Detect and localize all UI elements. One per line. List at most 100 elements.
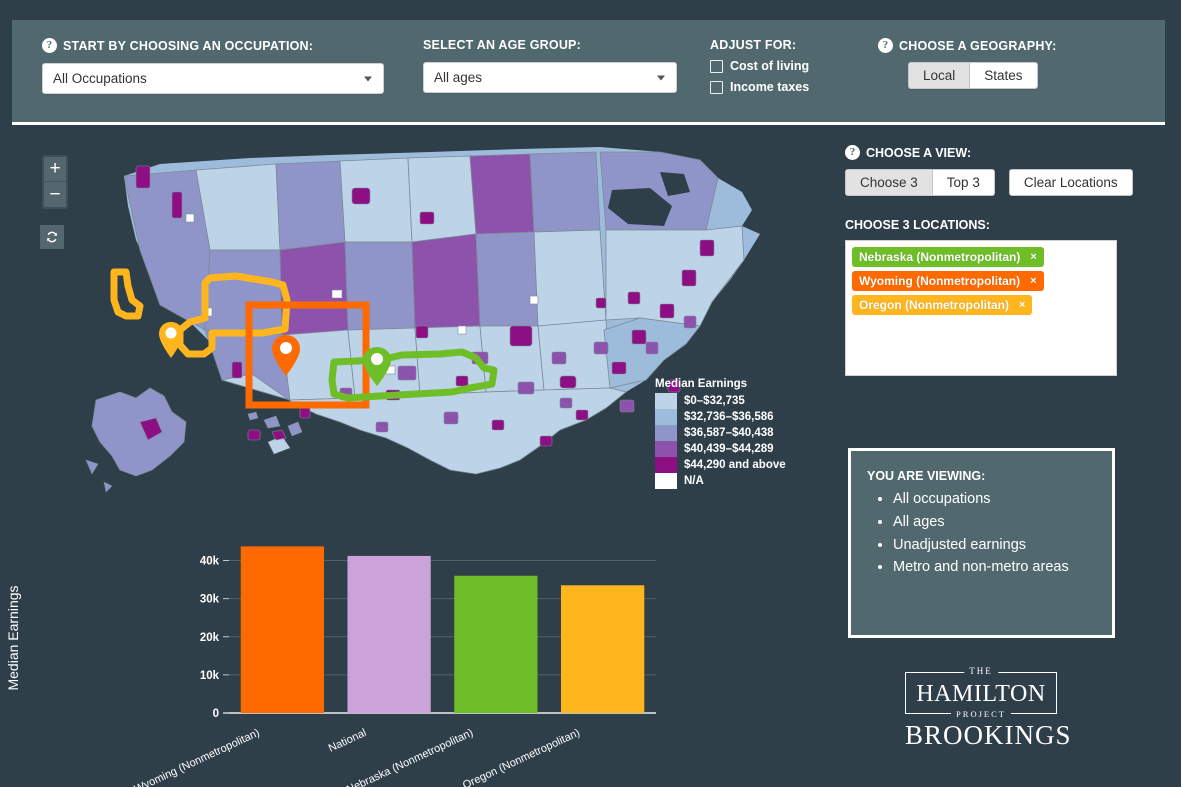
logo-the-text: THE (964, 666, 998, 676)
you-are-viewing-box: YOU ARE VIEWING: All occupations All age… (848, 448, 1115, 638)
legend-label: $32,736–$36,586 (684, 411, 774, 423)
adjust-label-text: ADJUST FOR: (710, 38, 796, 52)
map-legend: Median Earnings $0–$32,735 $32,736–$36,5… (655, 378, 786, 489)
chart-y-tick-label: 0 (213, 708, 219, 720)
adjust-label: ADJUST FOR: (710, 38, 870, 52)
choose-view-label: ? CHOOSE A VIEW: (845, 145, 1135, 160)
selected-locations-box[interactable]: Nebraska (Nonmetropolitan) × Wyoming (No… (845, 240, 1117, 376)
checkbox-cost-of-living[interactable]: Cost of living (710, 59, 870, 73)
chart-bars (241, 546, 645, 713)
chart-y-tick-label: 10k (200, 670, 220, 682)
remove-location-icon[interactable]: × (1030, 251, 1036, 263)
legend-swatch (655, 473, 677, 489)
chevron-down-icon (657, 75, 665, 80)
view-button-choose-3[interactable]: Choose 3 (845, 169, 933, 196)
geography-control: ? CHOOSE A GEOGRAPHY: Local States (878, 38, 1108, 89)
logo-brookings-text: BROOKINGS (905, 722, 1057, 749)
chart-x-tick-label: Oregon (Nonmetropolitan) (461, 727, 582, 787)
legend-swatch (655, 425, 677, 441)
occupation-control: ? START BY CHOOSING AN OCCUPATION: All O… (42, 38, 384, 94)
chart-y-axis: 0 10k 20k 30k 40k (200, 556, 229, 721)
remove-location-icon[interactable]: × (1019, 299, 1025, 311)
viewing-item: All ages (893, 512, 1096, 534)
geography-button-states[interactable]: States (970, 62, 1037, 89)
age-label: SELECT AN AGE GROUP: (423, 38, 677, 52)
help-icon-view[interactable]: ? (845, 145, 860, 160)
chart-bar[interactable] (561, 585, 644, 713)
location-tag-label: Oregon (Nonmetropolitan) (859, 298, 1009, 312)
median-earnings-bar-chart: 0 10k 20k 30k 40k Wyoming (Nonmetropolitan) N… (0, 515, 700, 787)
map-container[interactable]: + − (0, 130, 835, 515)
checkbox-income-taxes[interactable]: Income taxes (710, 80, 870, 94)
choose-view-label-text: CHOOSE A VIEW: (866, 146, 971, 160)
legend-label: N/A (684, 475, 704, 487)
occupation-label: ? START BY CHOOSING AN OCCUPATION: (42, 38, 384, 53)
chart-x-tick-label: National (327, 727, 369, 755)
viewing-item: All occupations (893, 489, 1096, 511)
chart-bar[interactable] (454, 576, 537, 713)
location-tag-oregon[interactable]: Oregon (Nonmetropolitan) × (852, 295, 1032, 315)
occupation-select[interactable]: All Occupations (42, 63, 384, 94)
legend-label: $44,290 and above (684, 459, 786, 471)
chart-y-axis-title: Median Earnings (5, 585, 21, 690)
age-select-value: All ages (434, 70, 482, 85)
location-tag-label: Wyoming (Nonmetropolitan) (859, 274, 1020, 288)
legend-label: $36,587–$40,438 (684, 427, 774, 439)
map-marker-oregon[interactable] (159, 322, 183, 358)
adjust-control: ADJUST FOR: Cost of living Income taxes (710, 38, 870, 94)
geography-label: ? CHOOSE A GEOGRAPHY: (878, 38, 1108, 53)
chart-y-tick-label: 30k (200, 594, 220, 606)
geography-button-local[interactable]: Local (908, 62, 970, 89)
legend-item: $40,439–$44,289 (655, 441, 786, 457)
occupation-label-text: START BY CHOOSING AN OCCUPATION: (63, 39, 313, 53)
location-tag-wyoming[interactable]: Wyoming (Nonmetropolitan) × (852, 271, 1044, 291)
location-tag-label: Nebraska (Nonmetropolitan) (859, 250, 1020, 264)
age-control: SELECT AN AGE GROUP: All ages (423, 38, 677, 93)
hamilton-project-brookings-logo: THE HAMILTON PROJECT BROOKINGS (905, 672, 1057, 749)
geography-label-text: CHOOSE A GEOGRAPHY: (899, 39, 1057, 53)
legend-title: Median Earnings (655, 378, 786, 390)
logo-project-text: PROJECT (951, 709, 1011, 719)
checkbox-label-cost-of-living: Cost of living (730, 59, 809, 73)
remove-location-icon[interactable]: × (1030, 275, 1036, 287)
chevron-down-icon (364, 76, 372, 81)
chart-y-tick-label: 40k (200, 556, 220, 568)
help-icon-occupation[interactable]: ? (42, 38, 57, 53)
legend-swatch (655, 457, 677, 473)
age-label-text: SELECT AN AGE GROUP: (423, 38, 581, 52)
viewing-item: Unadjusted earnings (893, 535, 1096, 557)
chart-bar[interactable] (241, 546, 324, 713)
legend-swatch (655, 409, 677, 425)
legend-label: $40,439–$44,289 (684, 443, 774, 455)
geography-toggle-group: Local States (908, 62, 1108, 89)
control-header-panel: ? START BY CHOOSING AN OCCUPATION: All O… (12, 20, 1165, 125)
you-are-viewing-title: YOU ARE VIEWING: (867, 469, 1096, 483)
clear-locations-button[interactable]: Clear Locations (1009, 169, 1133, 196)
view-button-top-3[interactable]: Top 3 (933, 169, 995, 196)
choose-locations-title: CHOOSE 3 LOCATIONS: (845, 218, 1135, 232)
legend-item: $36,587–$40,438 (655, 425, 786, 441)
checkbox-box-cost-of-living[interactable] (710, 60, 723, 73)
legend-item: N/A (655, 473, 786, 489)
chart-bar[interactable] (347, 556, 430, 713)
legend-swatch (655, 393, 677, 409)
chart-x-tick-label: Wyoming (Nonmetropolitan) (133, 727, 262, 787)
bar-chart-svg: 0 10k 20k 30k 40k Wyoming (Nonmetropolitan) N… (0, 515, 700, 787)
legend-item: $32,736–$36,586 (655, 409, 786, 425)
checkbox-label-income-taxes: Income taxes (730, 80, 809, 94)
age-select[interactable]: All ages (423, 62, 677, 93)
location-tag-row: Oregon (Nonmetropolitan) × (852, 295, 1110, 319)
you-are-viewing-list: All occupations All ages Unadjusted earn… (867, 489, 1096, 579)
logo-frame: THE HAMILTON PROJECT (905, 672, 1057, 714)
location-tag-nebraska[interactable]: Nebraska (Nonmetropolitan) × (852, 247, 1044, 267)
viewing-item: Metro and non-metro areas (893, 557, 1096, 579)
checkbox-box-income-taxes[interactable] (710, 81, 723, 94)
legend-item: $0–$32,735 (655, 393, 786, 409)
help-icon-geography[interactable]: ? (878, 38, 893, 53)
location-tag-row: Wyoming (Nonmetropolitan) × (852, 271, 1110, 295)
legend-label: $0–$32,735 (684, 395, 745, 407)
right-control-panel: ? CHOOSE A VIEW: Choose 3 Top 3 Clear Lo… (845, 145, 1135, 376)
occupation-select-value: All Occupations (53, 71, 147, 86)
view-button-group: Choose 3 Top 3 Clear Locations (845, 169, 1135, 196)
chart-y-tick-label: 20k (200, 632, 220, 644)
